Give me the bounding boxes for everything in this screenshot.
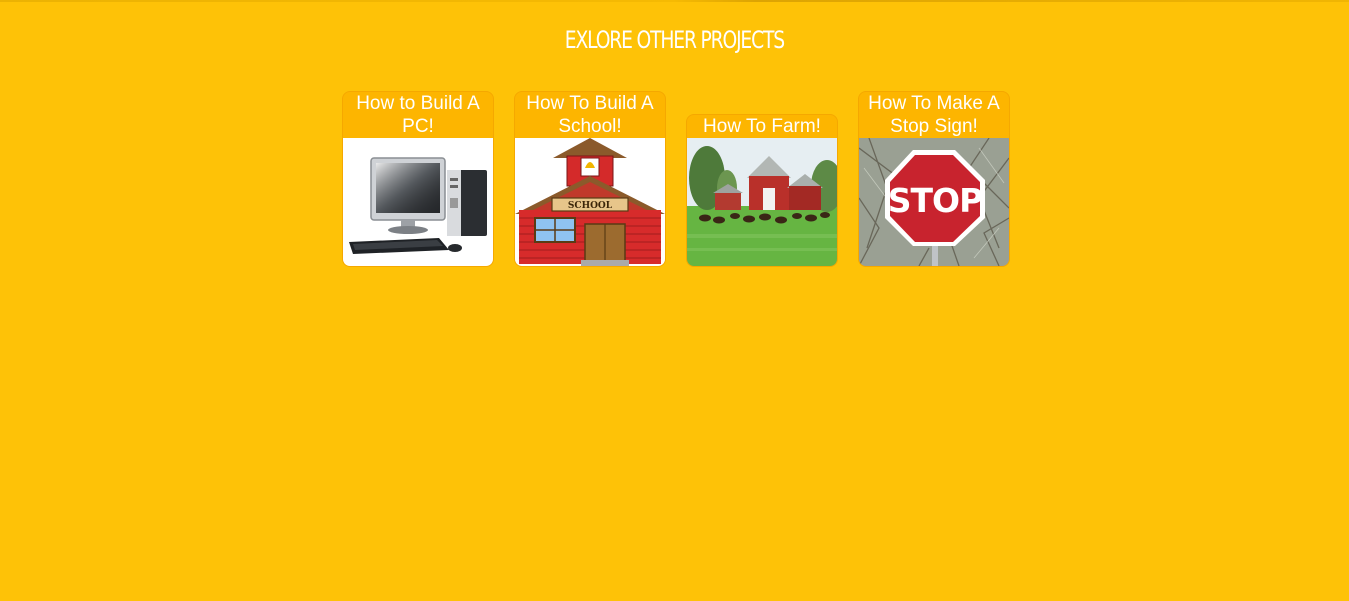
farm-barn-icon bbox=[687, 138, 837, 266]
project-card-title: How to Build A PC! bbox=[356, 93, 480, 137]
project-card-farm[interactable]: How To Farm! bbox=[686, 114, 838, 267]
page-title: Exlore Other Projects bbox=[564, 26, 785, 54]
project-card-stop-sign[interactable]: How To Make A Stop Sign! STOP bbox=[858, 91, 1010, 267]
project-card-title: How To Make A Stop Sign! bbox=[868, 93, 1000, 137]
school-sign-text: SCHOOL bbox=[568, 201, 613, 211]
project-card-title: How To Farm! bbox=[703, 116, 821, 137]
schoolhouse-icon: SCHOOL bbox=[515, 138, 665, 266]
project-card-pc[interactable]: How to Build A PC! bbox=[342, 91, 494, 267]
desktop-computer-icon bbox=[343, 138, 493, 266]
stop-sign-text: STOP bbox=[888, 181, 983, 220]
stop-sign-icon: STOP bbox=[859, 138, 1009, 266]
project-card-school[interactable]: How To Build A School! SCHOOL bbox=[514, 91, 666, 267]
project-grid: How to Build A PC! How To Build A School… bbox=[342, 91, 1014, 271]
top-divider bbox=[0, 0, 1349, 2]
project-card-title: How To Build A School! bbox=[526, 93, 654, 137]
